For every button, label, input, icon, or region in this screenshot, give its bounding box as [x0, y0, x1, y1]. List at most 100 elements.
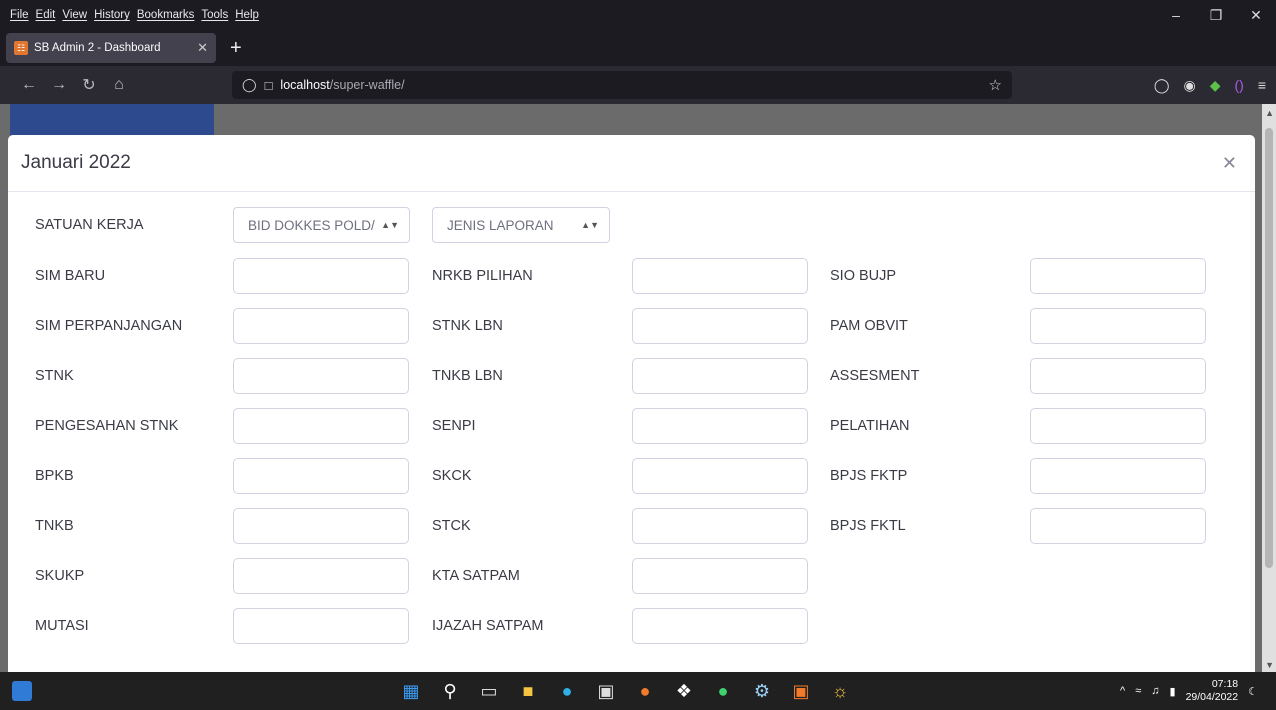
reload-icon[interactable]: ↻ — [74, 75, 104, 95]
pocket-icon[interactable]: ◯ — [1154, 77, 1170, 94]
navigation-bar: ← → ↻ ⌂ ◯ □ localhost /super-waffle/ ☆ ◯… — [0, 66, 1276, 104]
stnk-lbn-label: STNK LBN — [432, 318, 503, 334]
nrkb-pilihan-label: NRKB PILIHAN — [432, 268, 533, 284]
stck-label: STCK — [432, 518, 471, 534]
select-caret-icon: ▲▼ — [381, 220, 399, 230]
extension-code-icon[interactable]: () — [1235, 77, 1244, 93]
whatsapp-icon[interactable]: ● — [710, 678, 736, 704]
select-caret-icon: ▲▼ — [581, 220, 599, 230]
wifi-icon[interactable]: ≈ — [1135, 685, 1141, 697]
menu-view[interactable]: View — [62, 9, 87, 21]
pelatihan-input[interactable] — [1030, 408, 1206, 444]
stck-input[interactable] — [632, 508, 808, 544]
taskbar-apps: ▦ ⚲ ▭ ■ ● ▣ ● ❖ ● ⚙ ▣ ☼ — [398, 672, 853, 710]
scroll-thumb[interactable] — [1265, 128, 1273, 568]
page-scrollbar[interactable]: ▲ ▼ — [1262, 104, 1276, 672]
skck-label: SKCK — [432, 468, 472, 484]
unit-select[interactable]: BID DOKKES POLD/ ▲▼ — [233, 207, 410, 243]
stnk-lbn-input[interactable] — [632, 308, 808, 344]
restore-icon[interactable]: ❐ — [1196, 0, 1236, 30]
skukp-label: SKUKP — [35, 568, 85, 584]
mutasi-input[interactable] — [233, 608, 409, 644]
new-tab-icon[interactable]: + — [230, 37, 242, 60]
bpkb-input[interactable] — [233, 458, 409, 494]
pengesahan-stnk-label: PENGESAHAN STNK — [35, 418, 179, 434]
sio-bujp-input[interactable] — [1030, 258, 1206, 294]
tnkb-input[interactable] — [233, 508, 409, 544]
search-icon[interactable]: ⚲ — [437, 678, 463, 704]
settings-icon[interactable]: ⚙ — [749, 678, 775, 704]
browser-tab[interactable]: ☷ SB Admin 2 - Dashboard ✕ — [6, 33, 216, 63]
clock[interactable]: 07:18 29/04/2022 — [1186, 678, 1239, 704]
dropbox-icon[interactable]: ❖ — [671, 678, 697, 704]
home-icon[interactable]: ⌂ — [104, 76, 134, 94]
volume-icon[interactable]: ♫ — [1151, 685, 1159, 697]
mutasi-label: MUTASI — [35, 618, 89, 634]
bookmark-star-icon[interactable]: ☆ — [989, 76, 1002, 94]
filter-row: SATUAN KERJA BID DOKKES POLD/ ▲▼ JENIS L… — [8, 207, 1255, 243]
widgets-icon[interactable] — [12, 681, 32, 701]
skck-input[interactable] — [632, 458, 808, 494]
back-icon[interactable]: ← — [14, 76, 44, 94]
menu-edit[interactable]: Edit — [36, 9, 56, 21]
paint-icon[interactable]: ☼ — [827, 678, 853, 704]
favicon-icon: ☷ — [14, 41, 28, 55]
menu-history[interactable]: History — [94, 9, 130, 21]
ijazah-satpam-input[interactable] — [632, 608, 808, 644]
kta-satpam-input[interactable] — [632, 558, 808, 594]
sim-baru-input[interactable] — [233, 258, 409, 294]
tray-chevron-icon[interactable]: ^ — [1120, 685, 1125, 697]
extension-icons: ◯ ◉ ◆ () ≡ — [1154, 66, 1266, 104]
url-path: /super-waffle/ — [329, 78, 405, 92]
minimize-icon[interactable]: – — [1156, 0, 1196, 30]
close-window-icon[interactable]: ✕ — [1236, 0, 1276, 30]
close-tab-icon[interactable]: ✕ — [197, 40, 208, 56]
store-icon[interactable]: ▣ — [593, 678, 619, 704]
notifications-icon[interactable]: ☾ — [1248, 685, 1258, 698]
ijazah-satpam-label: IJAZAH SATPAM — [432, 618, 544, 634]
bpjs-fktp-input[interactable] — [1030, 458, 1206, 494]
account-icon[interactable]: ◉ — [1184, 77, 1196, 94]
menu-icon[interactable]: ≡ — [1258, 77, 1266, 93]
menu-bookmarks[interactable]: Bookmarks — [137, 9, 195, 21]
sim-baru-label: SIM BARU — [35, 268, 106, 284]
extension-leaf-icon[interactable]: ◆ — [1210, 77, 1221, 94]
sim-perpanjangan-input[interactable] — [233, 308, 409, 344]
edge-icon[interactable]: ● — [554, 678, 580, 704]
file-explorer-icon[interactable]: ■ — [515, 678, 541, 704]
bpjs-fktl-label: BPJS FKTL — [830, 518, 906, 534]
senpi-input[interactable] — [632, 408, 808, 444]
pam-obvit-label: PAM OBVIT — [830, 318, 908, 334]
stnk-label: STNK — [35, 368, 74, 384]
shield-icon[interactable]: ◯ — [242, 77, 257, 93]
page-viewport: ▲ ▼ Januari 2022 ✕ SATUAN KERJA BID DOKK… — [0, 104, 1276, 672]
close-icon[interactable]: ✕ — [1222, 153, 1237, 174]
forward-icon[interactable]: → — [44, 76, 74, 94]
start-icon[interactable]: ▦ — [398, 678, 424, 704]
browser-menubar: File Edit View History Bookmarks Tools H… — [0, 0, 1276, 30]
task-view-icon[interactable]: ▭ — [476, 678, 502, 704]
tnkb-lbn-input[interactable] — [632, 358, 808, 394]
tab-title: SB Admin 2 - Dashboard — [34, 42, 161, 54]
pam-obvit-input[interactable] — [1030, 308, 1206, 344]
url-bar[interactable]: ◯ □ localhost /super-waffle/ ☆ — [232, 71, 1012, 99]
firefox-icon[interactable]: ● — [632, 678, 658, 704]
skukp-input[interactable] — [233, 558, 409, 594]
menu-file[interactable]: File — [10, 9, 29, 21]
senpi-label: SENPI — [432, 418, 476, 434]
xampp-icon[interactable]: ▣ — [788, 678, 814, 704]
stnk-input[interactable] — [233, 358, 409, 394]
scroll-down-icon[interactable]: ▼ — [1265, 660, 1274, 670]
pengesahan-stnk-input[interactable] — [233, 408, 409, 444]
menu-help[interactable]: Help — [235, 9, 259, 21]
assesment-input[interactable] — [1030, 358, 1206, 394]
menu-tools[interactable]: Tools — [201, 9, 228, 21]
tnkb-label: TNKB — [35, 518, 74, 534]
clock-date: 29/04/2022 — [1185, 691, 1239, 703]
report-type-select[interactable]: JENIS LAPORAN ▲▼ — [432, 207, 610, 243]
nrkb-pilihan-input[interactable] — [632, 258, 808, 294]
battery-icon[interactable]: ▮ — [1170, 685, 1176, 698]
bpjs-fktl-input[interactable] — [1030, 508, 1206, 544]
report-type-select-value: JENIS LAPORAN — [447, 217, 554, 233]
scroll-up-icon[interactable]: ▲ — [1265, 108, 1274, 118]
